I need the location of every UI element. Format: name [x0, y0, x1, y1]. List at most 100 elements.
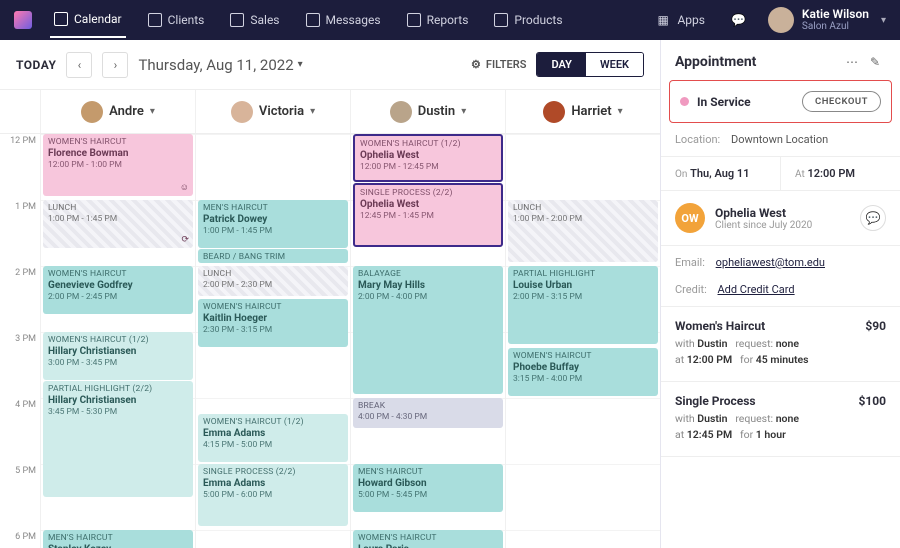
calendar-event[interactable]: SINGLE PROCESS (2/2)Ophelia West12:45 PM…: [353, 183, 503, 247]
service-name: Women's Haircut: [675, 319, 765, 333]
calendar-event[interactable]: Break4:00 PM - 4:30 PM: [353, 398, 503, 428]
calendar-grid[interactable]: 12 PM1 PM2 PM3 PM4 PM5 PM6 PM7 PM WOMEN'…: [0, 134, 660, 548]
date-cell[interactable]: On Thu, Aug 11: [661, 157, 780, 190]
email-row: Email: opheliawest@tom.edu: [661, 246, 900, 273]
calendar-event[interactable]: BEARD / BANG TRIM: [198, 249, 348, 263]
staff-andre[interactable]: Andre▾: [40, 90, 195, 133]
client-row[interactable]: OW Ophelia West Client since July 2020 💬: [661, 191, 900, 246]
client-since: Client since July 2020: [715, 220, 850, 231]
calendar-event[interactable]: WOMEN'S HAIRCUT (1/2)Emma Adams4:15 PM -…: [198, 414, 348, 462]
calendar-toolbar: TODAY ‹ › Thursday, Aug 11, 2022 ▾ ⚙ FIL…: [0, 40, 660, 90]
email-link[interactable]: opheliawest@tom.edu: [716, 256, 825, 269]
calendar-event[interactable]: MEN'S HAIRCUTHoward Gibson5:00 PM - 5:45…: [353, 464, 503, 512]
hour-label: 1 PM: [0, 200, 40, 266]
service-name: Single Process: [675, 394, 756, 408]
hour-label: 2 PM: [0, 266, 40, 332]
service-price: $90: [865, 319, 886, 333]
apps-icon: ▦: [657, 13, 671, 27]
calendar-event[interactable]: Lunch1:00 PM - 1:45 PM⟳: [43, 200, 193, 248]
location-label: Location:: [675, 133, 720, 146]
hour-label: 4 PM: [0, 398, 40, 464]
credit-row: Credit: Add Credit Card: [661, 273, 900, 307]
hour-label: 3 PM: [0, 332, 40, 398]
status-text: In Service: [697, 95, 794, 109]
time-cell[interactable]: At 12:00 PM: [780, 157, 900, 190]
date-picker[interactable]: Thursday, Aug 11, 2022 ▾: [138, 56, 302, 74]
calendar-event[interactable]: WOMEN'S HAIRCUTLaura Paris6:00 PM - 6:45…: [353, 530, 503, 548]
more-icon[interactable]: ⋯: [846, 55, 862, 69]
panel-title: Appointment: [675, 54, 838, 70]
logo[interactable]: [14, 11, 32, 29]
chevron-down-icon: ▾: [298, 59, 303, 70]
user-sub: Salon Azul: [802, 21, 869, 32]
client-name: Ophelia West: [715, 206, 850, 220]
calendar-event[interactable]: WOMEN'S HAIRCUTPhoebe Buffay3:15 PM - 4:…: [508, 348, 658, 396]
next-button[interactable]: ›: [102, 52, 128, 78]
calendar-event[interactable]: WOMEN'S HAIRCUT (1/2)Hillary Christianse…: [43, 332, 193, 380]
clients-icon: [148, 13, 162, 27]
location-value: Downtown Location: [731, 133, 828, 146]
chevron-down-icon: ▾: [881, 15, 886, 26]
user-name: Katie Wilson: [802, 8, 869, 21]
calendar-event[interactable]: WOMEN'S HAIRCUTFlorence Bowman12:00 PM -…: [43, 134, 193, 196]
nav-sales[interactable]: Sales: [226, 2, 283, 38]
prev-button[interactable]: ‹: [66, 52, 92, 78]
view-segment: DAY WEEK: [536, 52, 644, 77]
messages-icon: [306, 13, 320, 27]
staff-dustin[interactable]: Dustin▾: [350, 90, 505, 133]
edit-icon[interactable]: ✎: [870, 55, 886, 69]
nav-apps-label: Apps: [677, 13, 705, 27]
staff-avatar: [390, 101, 412, 123]
calendar-event[interactable]: Lunch2:00 PM - 2:30 PM: [198, 266, 348, 296]
hour-label: 5 PM: [0, 464, 40, 530]
chevron-down-icon: ▾: [461, 106, 466, 117]
nav-products[interactable]: Products: [490, 2, 566, 38]
calendar-event[interactable]: WOMEN'S HAIRCUT (1/2)Ophelia West12:00 P…: [353, 134, 503, 182]
hour-label: 12 PM: [0, 134, 40, 200]
calendar-event[interactable]: BALAYAGEMary May Hills2:00 PM - 4:00 PM: [353, 266, 503, 394]
chat-icon: 💬: [866, 211, 881, 225]
nav-reports[interactable]: Reports: [403, 2, 473, 38]
calendar-event[interactable]: PARTIAL HIGHLIGHT (2/2)Hillary Christian…: [43, 381, 193, 497]
nav-chat[interactable]: 💬: [727, 3, 750, 37]
calendar-pane: TODAY ‹ › Thursday, Aug 11, 2022 ▾ ⚙ FIL…: [0, 40, 660, 548]
calendar-event[interactable]: WOMEN'S HAIRCUTGenevieve Godfrey2:00 PM …: [43, 266, 193, 314]
calendar-event[interactable]: Lunch1:00 PM - 2:00 PM: [508, 200, 658, 262]
client-avatar: OW: [675, 203, 705, 233]
calendar-icon: [54, 12, 68, 26]
reports-icon: [407, 13, 421, 27]
staff-avatar: [543, 101, 565, 123]
staff-header: Andre▾Victoria▾Dustin▾Harriet▾: [0, 90, 660, 134]
staff-victoria[interactable]: Victoria▾: [195, 90, 350, 133]
datetime-row: On Thu, Aug 11 At 12:00 PM: [661, 157, 900, 191]
nav-messages[interactable]: Messages: [302, 2, 385, 38]
add-credit-link[interactable]: Add Credit Card: [718, 283, 795, 296]
calendar-event[interactable]: MEN'S HAIRCUTPatrick Dowey1:00 PM - 1:45…: [198, 200, 348, 248]
nav-apps[interactable]: ▦ Apps: [653, 3, 709, 37]
person-icon: ☺: [180, 183, 189, 194]
status-dot-icon: [680, 97, 689, 106]
nav-calendar[interactable]: Calendar: [50, 2, 126, 38]
staff-avatar: [231, 101, 253, 123]
appointment-panel: Appointment ⋯ ✎ In Service CHECKOUT Loca…: [660, 40, 900, 548]
message-button[interactable]: 💬: [860, 205, 886, 231]
calendar-event[interactable]: PARTIAL HIGHLIGHTLouise Urban2:00 PM - 3…: [508, 266, 658, 344]
service-price: $100: [858, 394, 886, 408]
recur-icon: ⟳: [181, 235, 189, 246]
calendar-event[interactable]: SINGLE PROCESS (2/2)Emma Adams5:00 PM - …: [198, 464, 348, 526]
user-menu[interactable]: Katie Wilson Salon Azul ▾: [768, 7, 886, 33]
filters-label: FILTERS: [486, 58, 527, 71]
day-view-button[interactable]: DAY: [537, 53, 586, 76]
nav-clients[interactable]: Clients: [144, 2, 209, 38]
service-item[interactable]: Single Process$100with Dustin request: n…: [661, 382, 900, 457]
filters-button[interactable]: ⚙ FILTERS: [471, 58, 526, 71]
week-view-button[interactable]: WEEK: [586, 53, 643, 76]
calendar-event[interactable]: MEN'S HAIRCUTStanley Kozey: [43, 530, 193, 548]
staff-harriet[interactable]: Harriet▾: [505, 90, 660, 133]
status-box: In Service CHECKOUT: [669, 80, 892, 123]
today-button[interactable]: TODAY: [16, 58, 56, 72]
checkout-button[interactable]: CHECKOUT: [802, 91, 881, 112]
calendar-event[interactable]: WOMEN'S HAIRCUTKaitlin Hoeger2:30 PM - 3…: [198, 299, 348, 347]
location-row: Location: Downtown Location: [661, 123, 900, 157]
service-item[interactable]: Women's Haircut$90with Dustin request: n…: [661, 307, 900, 382]
